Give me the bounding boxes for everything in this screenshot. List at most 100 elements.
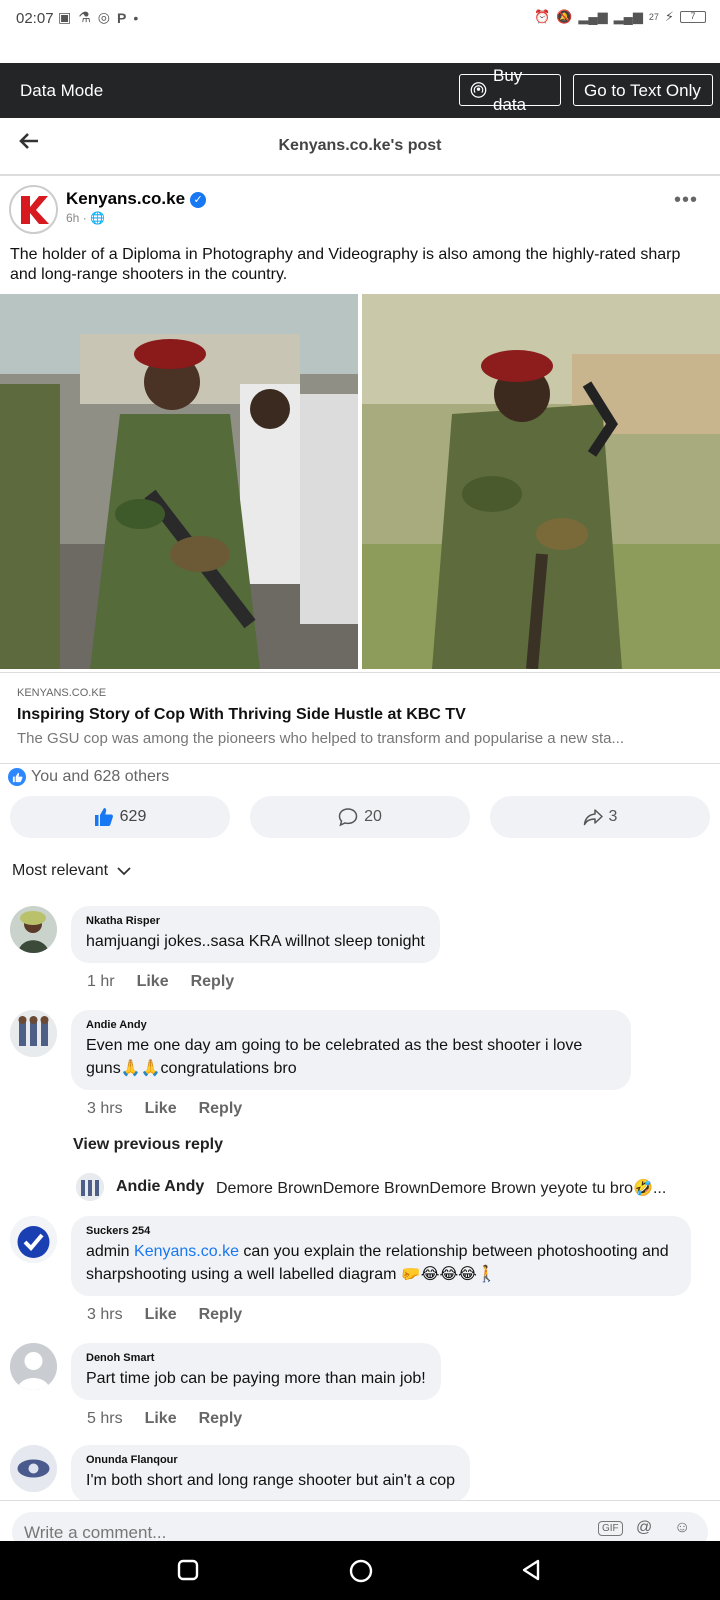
go-to-text-only-button[interactable]: Go to Text Only xyxy=(573,74,713,106)
comment-input-placeholder: Write a comment... xyxy=(24,1523,167,1541)
comment-icon xyxy=(338,808,358,827)
notification-icons: ▣ ⚗ ◎ P • xyxy=(58,9,138,26)
post-photos[interactable] xyxy=(0,294,720,669)
comment-text: hamjuangi jokes..sasa KRA willnot sleep … xyxy=(86,933,425,950)
like-reaction-icon xyxy=(8,768,26,786)
gallery-icon: ▣ xyxy=(58,9,72,25)
comment-time: 3 hrs xyxy=(87,1100,123,1117)
recent-apps-icon[interactable] xyxy=(177,1559,199,1586)
status-time: 02:07 xyxy=(16,10,54,27)
comment-composer: Write a comment... GIF @ ☺ xyxy=(0,1500,720,1541)
photo-left[interactable] xyxy=(0,294,358,669)
like-count: 629 xyxy=(119,808,147,825)
comment-reply-button[interactable]: Reply xyxy=(191,973,235,991)
view-previous-reply-link[interactable]: View previous reply xyxy=(73,1136,223,1154)
more-options-icon[interactable]: ••• xyxy=(674,189,698,212)
comment-bubble[interactable]: Nkatha Risper hamjuangi jokes..sasa KRA … xyxy=(71,906,440,963)
emoji-icon[interactable]: ☺ xyxy=(674,1519,690,1537)
comment-time: 3 hrs xyxy=(87,1306,123,1323)
commenter-name[interactable]: Suckers 254 xyxy=(86,1225,676,1237)
comment-sort-dropdown[interactable]: Most relevant xyxy=(12,862,132,880)
gif-button[interactable]: GIF xyxy=(598,1521,623,1536)
reactions-text: You and 628 others xyxy=(31,768,170,785)
author-name-text: Kenyans.co.ke xyxy=(66,189,186,208)
comment-bubble[interactable]: Onunda Flanqour I'm both short and long … xyxy=(71,1445,471,1502)
comment-text: Even me one day am going to be celebrate… xyxy=(86,1037,583,1077)
meta-separator: · xyxy=(82,211,87,225)
comment-time: 5 hrs xyxy=(87,1410,123,1427)
signal-icon-2: ▂▄▆ xyxy=(613,9,643,24)
signal-icon: ▂▄▆ xyxy=(578,9,608,24)
soldier-photo-left xyxy=(0,294,358,669)
commenter-name[interactable]: Andie Andy xyxy=(86,1019,616,1031)
comment-reply-button[interactable]: Reply xyxy=(199,1306,243,1324)
comment-bubble[interactable]: Andie Andy Even me one day am going to b… xyxy=(71,1010,631,1090)
post-actions: 629 20 3 xyxy=(0,796,720,838)
post-header: Kenyans.co.ke's post xyxy=(0,118,720,176)
post-meta: 6h · 🌐 xyxy=(66,211,105,225)
comment-meta: 5 hrs Like Reply xyxy=(87,1410,242,1428)
comment-text: I'm both short and long range shooter bu… xyxy=(86,1472,456,1489)
paypal-icon: P xyxy=(117,9,127,26)
reply-author-name[interactable]: Andie Andy xyxy=(116,1178,204,1196)
reply-preview[interactable]: Andie Andy Demore BrownDemore BrownDemor… xyxy=(76,1173,716,1203)
author-avatar[interactable] xyxy=(9,185,58,234)
network-speed: 27 xyxy=(648,12,659,22)
commenter-avatar[interactable] xyxy=(10,1445,57,1492)
app-icon: ◎ xyxy=(97,9,111,25)
reply-avatar[interactable] xyxy=(76,1173,104,1201)
comment-like-button[interactable]: Like xyxy=(137,973,169,991)
commenter-name[interactable]: Nkatha Risper xyxy=(86,915,425,927)
chevron-down-icon xyxy=(117,867,131,876)
mention-icon[interactable]: @ xyxy=(636,1519,652,1537)
commenter-avatar[interactable] xyxy=(10,906,57,953)
share-count: 3 xyxy=(608,808,618,825)
comment-bubble[interactable]: Suckers 254 admin Kenyans.co.ke can you … xyxy=(71,1216,691,1296)
verified-badge-icon: ✓ xyxy=(190,192,207,208)
podcast-icon xyxy=(470,82,487,98)
mention-link[interactable]: Kenyans.co.ke xyxy=(134,1243,239,1260)
comment-text-prefix: admin xyxy=(86,1243,135,1260)
like-button[interactable]: 629 xyxy=(10,796,230,838)
comment-meta: 1 hr Like Reply xyxy=(87,973,234,991)
share-button[interactable]: 3 xyxy=(490,796,710,838)
comment-button[interactable]: 20 xyxy=(250,796,470,838)
data-mode-bar: Data Mode Buy data Go to Text Only xyxy=(0,63,720,118)
home-icon[interactable] xyxy=(349,1559,373,1588)
comment-text: Part time job can be paying more than ma… xyxy=(86,1370,426,1387)
kenyans-logo xyxy=(12,188,55,231)
comment-bubble[interactable]: Denoh Smart Part time job can be paying … xyxy=(71,1343,441,1400)
commenter-name[interactable]: Onunda Flanqour xyxy=(86,1454,455,1466)
back-icon[interactable] xyxy=(520,1559,542,1586)
comment-meta: 3 hrs Like Reply xyxy=(87,1100,242,1118)
mute-icon: 🔕 xyxy=(556,9,573,24)
commenter-avatar[interactable] xyxy=(10,1010,57,1057)
comment-reply-button[interactable]: Reply xyxy=(199,1410,243,1428)
alarm-icon: ⏰ xyxy=(534,9,551,24)
link-preview[interactable]: KENYANS.CO.KE Inspiring Story of Cop Wit… xyxy=(0,672,720,764)
post-time: 6h xyxy=(66,211,80,225)
commenter-avatar[interactable] xyxy=(10,1343,57,1390)
link-domain: KENYANS.CO.KE xyxy=(17,687,107,699)
flask-icon: ⚗ xyxy=(78,9,91,25)
thumbs-up-icon xyxy=(94,808,113,826)
commenter-avatar[interactable] xyxy=(10,1216,57,1263)
post-author: Kenyans.co.ke ✓ 6h · 🌐 ••• xyxy=(0,183,720,243)
reactions-summary[interactable]: You and 628 others xyxy=(8,768,169,786)
system-nav-bar xyxy=(0,1541,720,1600)
author-name[interactable]: Kenyans.co.ke ✓ xyxy=(66,189,207,209)
data-mode-label: Data Mode xyxy=(20,81,104,100)
buy-data-button[interactable]: Buy data xyxy=(459,66,561,114)
comment-text: admin Kenyans.co.ke can you explain the … xyxy=(86,1240,676,1286)
comment-like-button[interactable]: Like xyxy=(145,1100,177,1118)
battery-icon: 7 xyxy=(680,11,706,23)
photo-right[interactable] xyxy=(362,294,720,669)
commenter-name[interactable]: Denoh Smart xyxy=(86,1352,426,1364)
comment-reply-button[interactable]: Reply xyxy=(199,1100,243,1118)
link-headline: Inspiring Story of Cop With Thriving Sid… xyxy=(17,706,466,723)
globe-icon: 🌐 xyxy=(90,211,105,225)
text-only-label: Go to Text Only xyxy=(584,80,701,100)
comment-like-button[interactable]: Like xyxy=(145,1306,177,1324)
comment-like-button[interactable]: Like xyxy=(145,1410,177,1428)
soldier-photo-right xyxy=(362,294,720,669)
